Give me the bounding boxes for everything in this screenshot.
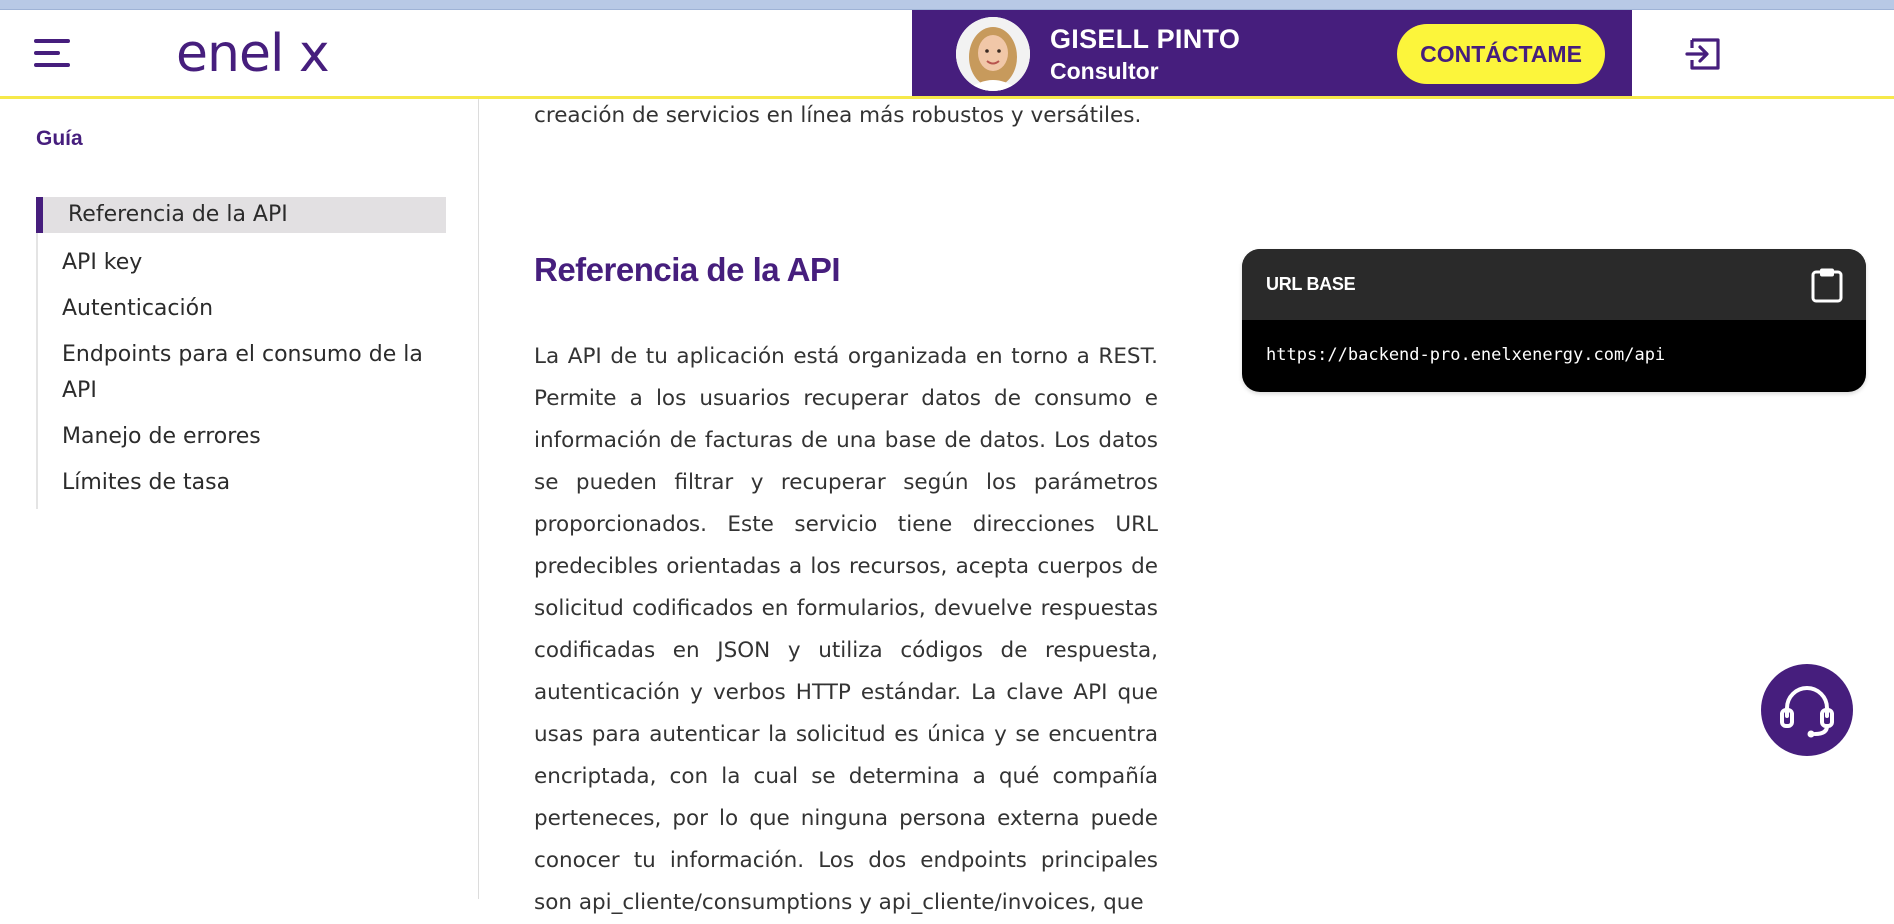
- consultant-role: Consultor: [1050, 58, 1159, 84]
- section-title: Referencia de la API: [534, 251, 841, 288]
- code-card-header: URL BASE: [1242, 249, 1866, 320]
- consultant-banner: GISELL PINTO Consultor CONTÁCTAME: [912, 10, 1632, 96]
- svg-text:enel x: enel x: [176, 24, 329, 84]
- enel-x-logo[interactable]: enel x: [176, 24, 366, 84]
- section-paragraph: La API de tu aplicación está organizada …: [534, 344, 1158, 915]
- sidebar-nav: Referencia de la API API key Autenticaci…: [36, 197, 446, 509]
- contact-button[interactable]: CONTÁCTAME: [1397, 24, 1605, 84]
- intro-text-tail: creación de servicios en línea más robus…: [534, 103, 1142, 128]
- clipboard-icon[interactable]: [1810, 267, 1844, 303]
- sidebar-item-manejo-errores[interactable]: Manejo de errores: [38, 417, 446, 463]
- sidebar-item-endpoints[interactable]: Endpoints para el consumo de la API: [38, 335, 446, 417]
- sidebar-item-limites-tasa[interactable]: Límites de tasa: [38, 463, 446, 509]
- headset-icon: [1780, 686, 1834, 738]
- base-url-card: URL BASE https://backend-pro.enelxenergy…: [1242, 249, 1866, 392]
- site-header: enel x GISELL PINTO Consultor CONTÁCTAME: [0, 10, 1894, 99]
- sidebar: Guía Referencia de la API API key Autent…: [0, 99, 479, 899]
- sidebar-item-autenticacion[interactable]: Autenticación: [38, 289, 446, 335]
- logout-icon[interactable]: [1684, 34, 1724, 74]
- sidebar-item-referencia-api[interactable]: Referencia de la API: [36, 197, 446, 233]
- sidebar-title: Guía: [36, 127, 83, 150]
- menu-icon[interactable]: [34, 36, 70, 70]
- base-url-value: https://backend-pro.enelxenergy.com/api: [1266, 345, 1666, 365]
- support-button[interactable]: [1761, 664, 1853, 756]
- code-card-label: URL BASE: [1266, 274, 1356, 294]
- consultant-name: GISELL PINTO: [1050, 24, 1241, 54]
- consultant-avatar: [956, 17, 1030, 91]
- sidebar-item-api-key[interactable]: API key: [38, 243, 446, 289]
- browser-top-strip: [0, 0, 1894, 10]
